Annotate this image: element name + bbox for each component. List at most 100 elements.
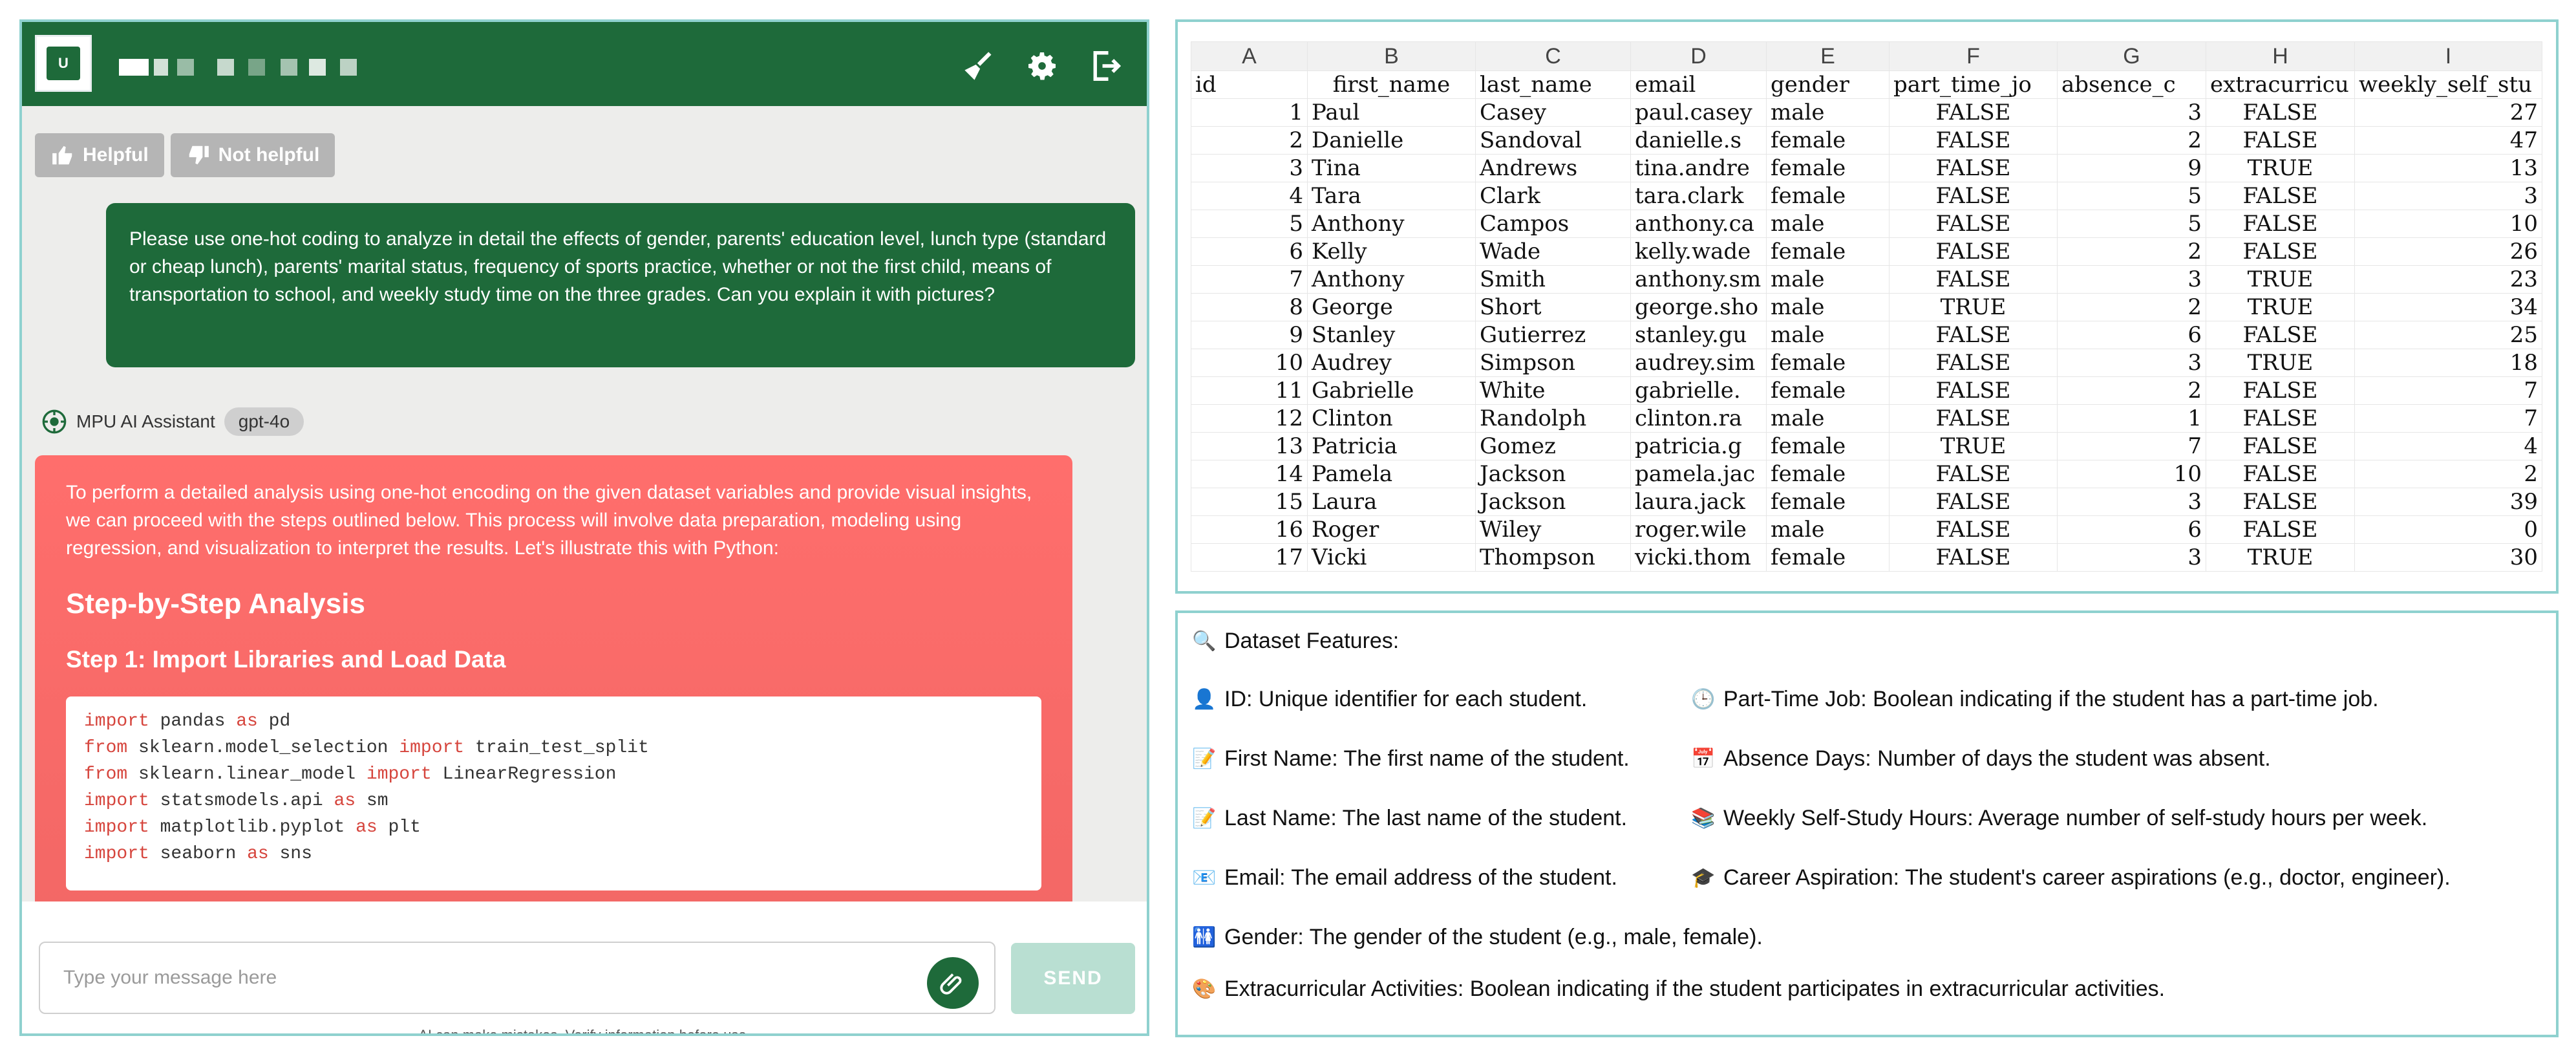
table-cell[interactable]: FALSE (1889, 515, 2058, 544)
column-letter[interactable]: B (1307, 41, 1476, 71)
table-cell[interactable]: 2 (2057, 376, 2206, 405)
table-cell[interactable]: FALSE (1889, 404, 2058, 433)
table-cell[interactable]: 2 (1191, 126, 1308, 155)
table-cell[interactable]: 12 (1191, 404, 1308, 433)
table-cell[interactable]: Clinton (1307, 404, 1476, 433)
table-cell[interactable]: 6 (2057, 321, 2206, 349)
table-cell[interactable]: Jackson (1475, 488, 1631, 516)
table-cell[interactable]: 23 (2354, 265, 2542, 294)
table-cell[interactable]: 18 (2354, 349, 2542, 377)
table-cell[interactable]: Wade (1475, 237, 1631, 266)
column-letter[interactable]: H (2206, 41, 2355, 71)
broom-icon[interactable] (961, 48, 997, 84)
table-cell[interactable]: Wiley (1475, 515, 1631, 544)
table-cell[interactable]: 3 (2354, 182, 2542, 210)
table-cell[interactable]: male (1766, 321, 1889, 349)
table-cell[interactable]: 14 (1191, 460, 1308, 488)
table-cell[interactable]: 1 (1191, 98, 1308, 127)
table-cell[interactable]: female (1766, 154, 1889, 182)
table-cell[interactable]: gabrielle. (1630, 376, 1767, 405)
table-cell[interactable]: female (1766, 488, 1889, 516)
table-cell[interactable]: 39 (2354, 488, 2542, 516)
table-cell[interactable]: Tara (1307, 182, 1476, 210)
table-cell[interactable]: 2 (2057, 237, 2206, 266)
table-cell[interactable]: female (1766, 376, 1889, 405)
table-cell[interactable]: TRUE (2206, 349, 2355, 377)
table-cell[interactable]: Gomez (1475, 432, 1631, 460)
table-cell[interactable]: FALSE (2206, 515, 2355, 544)
table-cell[interactable]: FALSE (1889, 126, 2058, 155)
table-cell[interactable]: 11 (1191, 376, 1308, 405)
table-cell[interactable]: FALSE (2206, 460, 2355, 488)
table-cell[interactable]: 25 (2354, 321, 2542, 349)
table-cell[interactable]: female (1766, 543, 1889, 572)
table-cell[interactable]: 9 (2057, 154, 2206, 182)
table-cell[interactable]: anthony.ca (1630, 210, 1767, 238)
table-cell[interactable]: 13 (2354, 154, 2542, 182)
table-cell[interactable]: 6 (2057, 515, 2206, 544)
table-cell[interactable]: male (1766, 265, 1889, 294)
header-cell[interactable]: gender (1766, 70, 1889, 99)
table-cell[interactable]: Randolph (1475, 404, 1631, 433)
table-cell[interactable]: FALSE (1889, 98, 2058, 127)
table-cell[interactable]: male (1766, 293, 1889, 321)
table-cell[interactable]: FALSE (2206, 321, 2355, 349)
column-letter[interactable]: D (1630, 41, 1767, 71)
table-cell[interactable]: FALSE (1889, 265, 2058, 294)
table-cell[interactable]: Thompson (1475, 543, 1631, 572)
table-cell[interactable]: 17 (1191, 543, 1308, 572)
table-cell[interactable]: 2 (2057, 293, 2206, 321)
table-cell[interactable]: Roger (1307, 515, 1476, 544)
table-cell[interactable]: FALSE (2206, 404, 2355, 433)
table-cell[interactable]: FALSE (1889, 210, 2058, 238)
table-cell[interactable]: Stanley (1307, 321, 1476, 349)
table-cell[interactable]: 3 (2057, 349, 2206, 377)
table-cell[interactable]: Kelly (1307, 237, 1476, 266)
table-cell[interactable]: 7 (2057, 432, 2206, 460)
table-cell[interactable]: 4 (2354, 432, 2542, 460)
table-cell[interactable]: FALSE (1889, 349, 2058, 377)
table-cell[interactable]: 26 (2354, 237, 2542, 266)
header-cell[interactable]: weekly_self_stu (2354, 70, 2542, 99)
table-cell[interactable]: 2 (2354, 460, 2542, 488)
table-cell[interactable]: Smith (1475, 265, 1631, 294)
table-cell[interactable]: TRUE (2206, 543, 2355, 572)
table-cell[interactable]: 1 (2057, 404, 2206, 433)
table-cell[interactable]: Tina (1307, 154, 1476, 182)
table-cell[interactable]: 8 (1191, 293, 1308, 321)
table-cell[interactable]: 47 (2354, 126, 2542, 155)
table-cell[interactable]: Jackson (1475, 460, 1631, 488)
table-cell[interactable]: paul.casey (1630, 98, 1767, 127)
table-cell[interactable]: 6 (1191, 237, 1308, 266)
table-cell[interactable]: White (1475, 376, 1631, 405)
table-cell[interactable]: female (1766, 349, 1889, 377)
table-cell[interactable]: 15 (1191, 488, 1308, 516)
column-letter[interactable]: G (2057, 41, 2206, 71)
table-cell[interactable]: Short (1475, 293, 1631, 321)
table-cell[interactable]: George (1307, 293, 1476, 321)
table-cell[interactable]: Clark (1475, 182, 1631, 210)
table-cell[interactable]: 10 (2057, 460, 2206, 488)
table-cell[interactable]: 2 (2057, 126, 2206, 155)
table-cell[interactable]: Patricia (1307, 432, 1476, 460)
chat-messages[interactable]: Helpful Not helpful Please use one-hot c… (22, 106, 1147, 901)
table-cell[interactable]: 4 (1191, 182, 1308, 210)
attach-button[interactable] (927, 957, 979, 1009)
table-cell[interactable]: Danielle (1307, 126, 1476, 155)
table-cell[interactable]: Vicki (1307, 543, 1476, 572)
table-cell[interactable]: female (1766, 432, 1889, 460)
message-input[interactable]: Type your message here (39, 942, 995, 1014)
table-cell[interactable]: 3 (2057, 265, 2206, 294)
table-cell[interactable]: TRUE (1889, 432, 2058, 460)
header-cell[interactable]: last_name (1475, 70, 1631, 99)
header-cell[interactable]: absence_c (2057, 70, 2206, 99)
table-cell[interactable]: TRUE (2206, 293, 2355, 321)
table-cell[interactable]: TRUE (2206, 154, 2355, 182)
table-cell[interactable]: Gabrielle (1307, 376, 1476, 405)
table-cell[interactable]: male (1766, 515, 1889, 544)
header-cell[interactable]: email (1630, 70, 1767, 99)
table-cell[interactable]: 9 (1191, 321, 1308, 349)
gear-icon[interactable] (1024, 48, 1060, 84)
column-letter[interactable]: F (1889, 41, 2058, 71)
table-cell[interactable]: Casey (1475, 98, 1631, 127)
